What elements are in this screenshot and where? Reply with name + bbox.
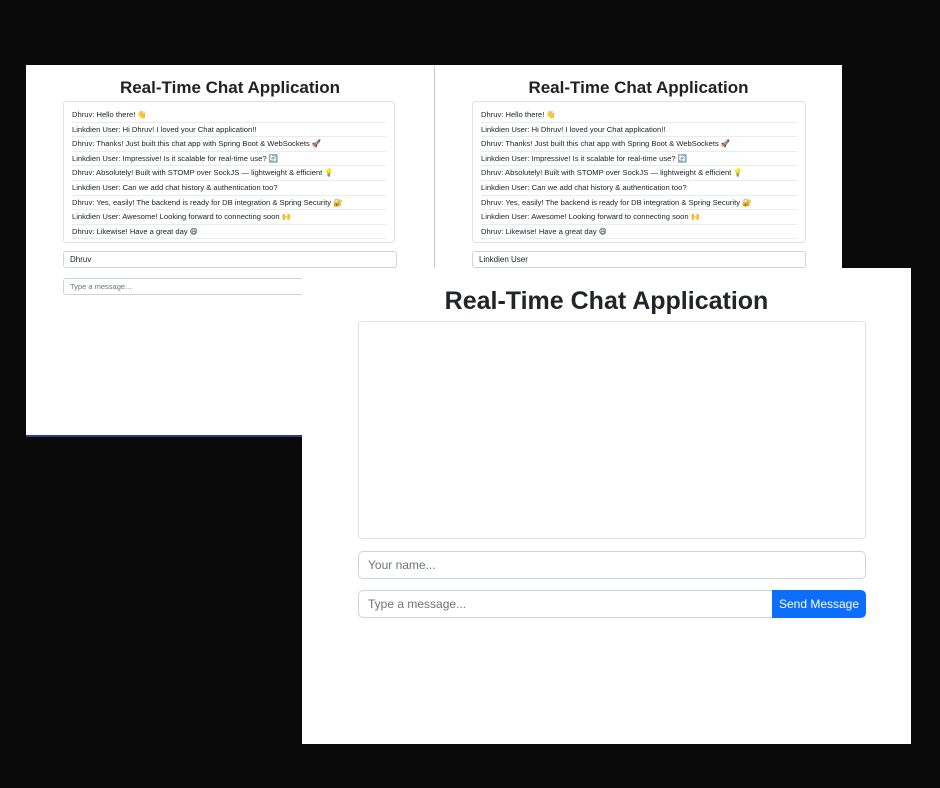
chat-window-front: Real-Time Chat Application Your name... … [302, 268, 911, 744]
chat-message: Linkdien User: Awesome! Looking forward … [72, 210, 386, 225]
chat-messages-box [358, 321, 866, 539]
chat-message: Linkdien User: Impressive! Is it scalabl… [72, 152, 386, 167]
chat-message: Dhruv: Absolutely! Built with STOMP over… [481, 166, 797, 181]
chat-messages-box: Dhruv: Hello there! 👋 Linkdien User: Hi … [472, 101, 806, 243]
name-input[interactable]: Dhruv [63, 251, 397, 268]
chat-message: Linkdien User: Can we add chat history &… [481, 181, 797, 196]
chat-message: Linkdien User: Awesome! Looking forward … [481, 210, 797, 225]
chat-message: Linkdien User: Can we add chat history &… [72, 181, 386, 196]
chat-messages-box: Dhruv: Hello there! 👋 Linkdien User: Hi … [63, 101, 395, 243]
name-input[interactable]: Linkdien User [472, 251, 806, 268]
page-title: Real-Time Chat Application [444, 287, 769, 315]
page-title: Real-Time Chat Application [119, 78, 341, 97]
chat-message: Dhruv: Hello there! 👋 [72, 108, 386, 123]
name-input[interactable]: Your name... [358, 551, 866, 579]
page-title: Real-Time Chat Application [528, 78, 749, 97]
chat-message: Linkdien User: Hi Dhruv! I loved your Ch… [72, 123, 386, 138]
chat-message: Dhruv: Thanks! Just built this chat app … [481, 137, 797, 152]
chat-message: Dhruv: Likewise! Have a great day 😄 [72, 225, 386, 240]
send-message-button[interactable]: Send Message [772, 590, 866, 618]
chat-message: Dhruv: Likewise! Have a great day 😄 [481, 225, 797, 240]
chat-message: Dhruv: Hello there! 👋 [481, 108, 797, 123]
chat-message: Linkdien User: Impressive! Is it scalabl… [481, 152, 797, 167]
chat-message: Dhruv: Absolutely! Built with STOMP over… [72, 166, 386, 181]
message-input[interactable]: Type a message... [63, 278, 323, 295]
chat-message: Dhruv: Yes, easily! The backend is ready… [481, 196, 797, 211]
chat-message: Dhruv: Thanks! Just built this chat app … [72, 137, 386, 152]
message-input[interactable]: Type a message... [358, 590, 773, 618]
chat-message: Linkdien User: Hi Dhruv! I loved your Ch… [481, 123, 797, 138]
chat-message: Dhruv: Yes, easily! The backend is ready… [72, 196, 386, 211]
